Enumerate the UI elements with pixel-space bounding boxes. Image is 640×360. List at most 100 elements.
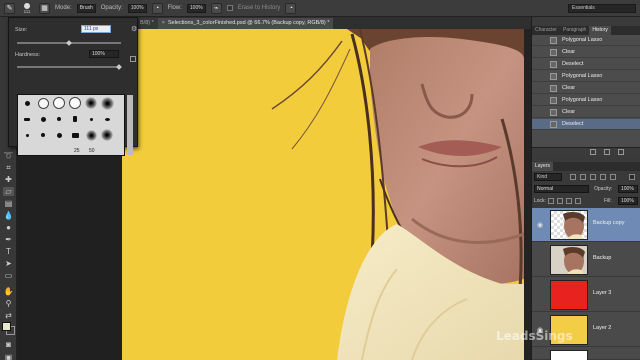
lasso-tool-icon[interactable]: ➰	[3, 151, 14, 160]
filter-adjustment-icon[interactable]	[580, 174, 586, 180]
zoom-tool-icon[interactable]: ⚲	[3, 299, 14, 308]
healing-tool-icon[interactable]: ✚	[3, 175, 14, 184]
gradient-tool-icon[interactable]: ▤	[3, 199, 14, 208]
filter-kind-select[interactable]: Kind	[534, 173, 562, 181]
lock-all-icon[interactable]	[575, 198, 581, 204]
snapshot-icon[interactable]	[604, 149, 610, 155]
filter-shape-icon[interactable]	[600, 174, 606, 180]
hardness-label: Hardness:	[15, 52, 41, 58]
blend-mode-select[interactable]: Normal	[534, 185, 589, 193]
history-item[interactable]: Clear	[532, 47, 640, 58]
foreground-color-swatch[interactable]	[2, 322, 11, 331]
visibility-eye-icon[interactable]: ◉	[537, 291, 543, 299]
hand-tool-icon[interactable]: ✋	[3, 287, 14, 296]
layer-row[interactable]: ◉ Backup	[532, 243, 640, 277]
brush-preset[interactable]	[68, 96, 82, 110]
opacity-field[interactable]: 100%	[618, 185, 638, 193]
history-item-label: Polygonal Lasso	[562, 73, 603, 79]
brush-preset[interactable]	[100, 96, 114, 110]
path-select-tool-icon[interactable]: ➤	[3, 259, 14, 268]
tab-history[interactable]: History	[589, 26, 611, 35]
pressure-size-icon[interactable]: ◔	[285, 2, 297, 14]
lock-pixels-icon[interactable]	[557, 198, 563, 204]
brush-tool-icon[interactable]: ✎	[4, 2, 15, 14]
history-item[interactable]: Deselect	[532, 59, 640, 70]
tab-close-icon[interactable]: ×	[162, 20, 165, 26]
brush-preset-picker: Size: 111 px ⚙ Hardness: 100% 25 50	[8, 17, 138, 156]
filter-toggle-icon[interactable]	[629, 174, 635, 180]
tab-character[interactable]: Character	[532, 26, 560, 35]
swap-colors-icon[interactable]: ⇄	[3, 311, 14, 320]
history-item[interactable]: Polygonal Lasso	[532, 95, 640, 106]
brush-preset-picker-toggle[interactable]: 111	[20, 2, 34, 14]
fill-field[interactable]: 100%	[618, 197, 638, 205]
hardness-slider[interactable]	[17, 66, 121, 68]
trash-icon[interactable]	[618, 149, 624, 155]
brush-preset[interactable]	[100, 128, 114, 142]
size-label: Size:	[15, 27, 28, 33]
brush-preset[interactable]	[20, 128, 34, 142]
history-item[interactable]: Clear	[532, 107, 640, 118]
quick-mask-icon[interactable]: ◙	[3, 340, 14, 349]
visibility-eye-icon[interactable]: ◉	[537, 221, 543, 229]
brush-preset[interactable]	[84, 96, 98, 110]
brush-panel-toggle-icon[interactable]: ▦	[39, 2, 50, 14]
layer-row[interactable]: ◉ Backup copy	[532, 208, 640, 242]
tab-layers[interactable]: Layers	[532, 162, 554, 171]
preset-size-label: 25	[74, 148, 80, 154]
preset-scrollbar[interactable]	[127, 95, 133, 155]
settings-gear-icon[interactable]: ⚙	[131, 25, 137, 33]
brush-preset[interactable]	[52, 128, 66, 142]
document-tab-previous[interactable]: B/8) *	[136, 18, 158, 29]
layer-row[interactable]: ◉ Layer 3	[532, 278, 640, 312]
flow-field[interactable]: 100%	[186, 3, 206, 13]
brush-preset[interactable]	[68, 112, 82, 126]
new-preset-icon[interactable]	[130, 56, 136, 62]
history-item-current[interactable]: Deselect	[532, 119, 640, 130]
new-document-from-state-icon[interactable]	[590, 149, 596, 155]
shape-tool-icon[interactable]: ▭	[3, 271, 14, 280]
brush-preset[interactable]	[20, 112, 34, 126]
history-item[interactable]: Polygonal Lasso	[532, 71, 640, 82]
filter-pixel-icon[interactable]	[570, 174, 576, 180]
layer-row[interactable]	[532, 348, 640, 360]
lock-transparency-icon[interactable]	[548, 198, 554, 204]
dodge-tool-icon[interactable]: ●	[3, 223, 14, 232]
crop-tool-icon[interactable]: ⌗	[3, 163, 14, 172]
brush-preset[interactable]	[68, 128, 82, 142]
type-tool-icon[interactable]: T	[3, 247, 14, 256]
hardness-field[interactable]: 100%	[89, 50, 119, 58]
pen-tool-icon[interactable]: ✒	[3, 235, 14, 244]
brush-preset[interactable]	[100, 112, 114, 126]
brush-size-readout: 111	[23, 8, 31, 14]
workspace-switcher[interactable]: Essentials	[568, 4, 636, 13]
brush-preset[interactable]	[36, 96, 50, 110]
lock-position-icon[interactable]	[566, 198, 572, 204]
brush-preset[interactable]	[36, 112, 50, 126]
history-item[interactable]: Polygonal Lasso	[532, 35, 640, 46]
brush-preset[interactable]	[36, 128, 50, 142]
brush-preset[interactable]	[52, 112, 66, 126]
brush-preset[interactable]	[84, 128, 98, 142]
brush-preset[interactable]	[84, 112, 98, 126]
eraser-tool-icon[interactable]: ▱	[3, 187, 14, 196]
visibility-eye-icon[interactable]: ◉	[537, 256, 543, 264]
history-item[interactable]: Clear	[532, 83, 640, 94]
layer-lock-row: Lock: Fill: 100%	[534, 196, 639, 207]
mode-select[interactable]: Brush	[76, 3, 96, 13]
document-tab-active[interactable]: × Selections_3_colorFinished.psd @ 66.7% …	[157, 18, 334, 29]
tab-paragraph[interactable]: Paragraph	[560, 26, 589, 35]
brush-preset[interactable]	[52, 96, 66, 110]
opacity-field[interactable]: 100%	[127, 3, 147, 13]
history-step-icon	[550, 49, 557, 56]
blur-tool-icon[interactable]: 💧	[3, 211, 14, 220]
filter-smart-object-icon[interactable]	[610, 174, 616, 180]
image-canvas[interactable]	[122, 29, 524, 360]
filter-type-icon[interactable]	[590, 174, 596, 180]
erase-to-history-checkbox[interactable]	[226, 5, 233, 11]
pressure-opacity-icon[interactable]: ◔	[151, 2, 163, 14]
brush-preset[interactable]	[20, 96, 34, 110]
size-field[interactable]: 111 px	[81, 25, 111, 33]
screen-mode-icon[interactable]: ▣	[3, 353, 14, 360]
airbrush-icon[interactable]: ⌁	[210, 2, 222, 14]
